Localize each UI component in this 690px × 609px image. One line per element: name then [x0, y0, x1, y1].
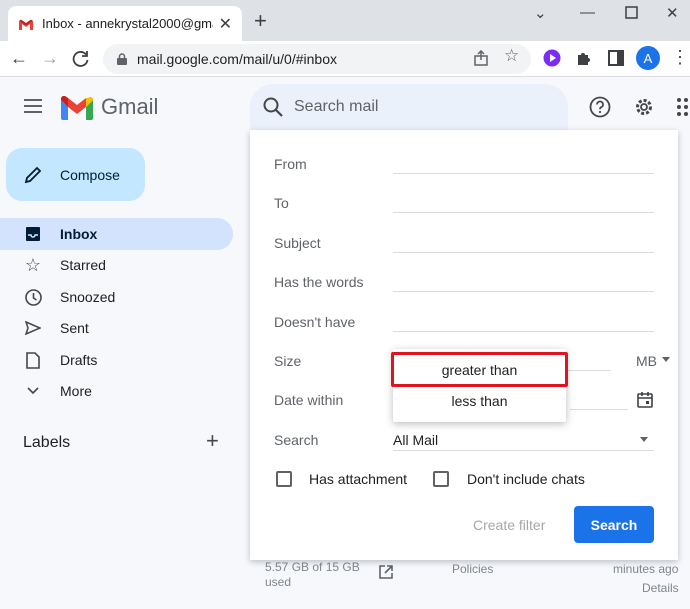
maximize-icon[interactable]: [625, 6, 638, 19]
search-scope-select[interactable]: All Mail: [393, 432, 438, 448]
send-icon: [24, 319, 42, 337]
tab-close-icon[interactable]: ✕: [219, 14, 232, 34]
tab-search-icon[interactable]: ⌄: [534, 4, 547, 22]
storage-usage: 5.57 GB of 15 GB: [265, 560, 360, 574]
dont-include-chats-label: Don't include chats: [467, 471, 585, 487]
storage-usage-used: used: [265, 575, 292, 589]
search-placeholder: Search mail: [294, 98, 379, 115]
window-close-icon[interactable]: ✕: [666, 4, 679, 22]
apps-grid-icon[interactable]: [676, 96, 690, 118]
gmail-logo-icon[interactable]: [61, 96, 93, 120]
settings-gear-icon[interactable]: [633, 96, 655, 118]
profile-avatar[interactable]: A: [636, 46, 660, 70]
date-field[interactable]: [570, 409, 628, 410]
has-attachment-label: Has attachment: [309, 471, 408, 487]
search-icon[interactable]: [262, 96, 284, 118]
address-bar[interactable]: mail.google.com/mail/u/0/#inbox: [103, 44, 531, 74]
date-within-label: Date within: [274, 392, 344, 408]
draft-icon: [24, 351, 42, 369]
highlight-box: [391, 352, 568, 387]
pencil-icon: [24, 166, 42, 183]
from-label: From: [274, 156, 307, 172]
doesnt-have-label: Doesn't have: [274, 314, 356, 330]
has-words-field[interactable]: [393, 291, 654, 292]
sidebar-item-drafts[interactable]: Drafts: [0, 344, 233, 376]
sidebar-item-label: Inbox: [60, 226, 98, 242]
side-panel-icon[interactable]: [607, 49, 625, 67]
has-words-label: Has the words: [274, 274, 364, 290]
tab-title: Inbox - annekrystal2000@gmail.c: [42, 16, 213, 31]
browser-tab-strip: Inbox - annekrystal2000@gmail.c ✕ + ⌄ — …: [0, 0, 690, 41]
help-icon[interactable]: [589, 96, 611, 118]
details-link[interactable]: Details: [642, 581, 679, 595]
reload-icon[interactable]: [72, 50, 90, 68]
subject-label: Subject: [274, 235, 321, 251]
search-scope-label: Search: [274, 432, 319, 448]
main-menu-icon[interactable]: [24, 99, 42, 113]
sidebar-item-inbox[interactable]: Inbox: [0, 218, 233, 250]
url-text: mail.google.com/mail/u/0/#inbox: [137, 51, 337, 67]
dropdown-option-less-than[interactable]: less than: [393, 385, 566, 417]
gmail-favicon-icon: [19, 19, 33, 30]
sidebar-item-label: Drafts: [60, 352, 98, 368]
create-filter-button[interactable]: Create filter: [473, 517, 545, 533]
open-external-icon[interactable]: [379, 565, 393, 579]
browser-toolbar: ← → mail.google.com/mail/u/0/#inbox ☆ A …: [0, 41, 690, 77]
search-mail-bar[interactable]: Search mail: [250, 84, 568, 130]
share-icon[interactable]: [473, 50, 489, 66]
doesnt-have-field[interactable]: [393, 331, 654, 332]
compose-label: Compose: [60, 166, 120, 183]
new-tab-icon[interactable]: +: [254, 10, 267, 32]
search-scope-underline: [393, 450, 654, 451]
minimize-icon[interactable]: —: [580, 4, 595, 21]
search-button[interactable]: Search: [574, 506, 654, 543]
search-scope-caret-icon[interactable]: [640, 437, 648, 442]
has-attachment-checkbox[interactable]: [276, 471, 292, 487]
last-activity: minutes ago: [613, 562, 679, 576]
labels-heading: Labels: [23, 434, 71, 451]
dont-include-chats-checkbox[interactable]: [433, 471, 449, 487]
inbox-icon: [24, 225, 42, 243]
to-field[interactable]: [393, 212, 654, 213]
size-unit-select[interactable]: MB: [636, 353, 657, 369]
star-icon: ☆: [24, 254, 42, 275]
advanced-search-panel: From To Subject Has the words Doesn't ha…: [250, 130, 678, 560]
browser-menu-icon[interactable]: ⋮: [671, 47, 689, 68]
extension-play-icon[interactable]: [543, 49, 561, 67]
subject-field[interactable]: [393, 252, 654, 253]
add-label-icon[interactable]: +: [206, 430, 219, 452]
clock-icon: [24, 288, 42, 306]
size-unit-caret-icon[interactable]: [662, 357, 670, 362]
sidebar-item-label: Starred: [60, 257, 106, 273]
bookmark-star-icon[interactable]: ☆: [504, 46, 519, 66]
sidebar-item-label: Snoozed: [60, 289, 116, 305]
chevron-down-icon: [24, 382, 42, 400]
back-icon[interactable]: ←: [10, 48, 28, 68]
calendar-icon[interactable]: [636, 391, 654, 409]
lock-icon: [117, 53, 127, 65]
browser-tab[interactable]: Inbox - annekrystal2000@gmail.c ✕: [8, 6, 242, 41]
sidebar-item-label: More: [60, 383, 92, 399]
extensions-puzzle-icon[interactable]: [575, 49, 593, 67]
sidebar-item-sent[interactable]: Sent: [0, 312, 233, 344]
forward-icon[interactable]: →: [41, 48, 59, 68]
compose-button[interactable]: Compose: [6, 148, 145, 201]
sidebar-item-label: Sent: [60, 320, 89, 336]
sidebar-item-more[interactable]: More: [0, 375, 233, 407]
gmail-logo-text: Gmail: [101, 94, 159, 119]
sidebar-item-starred[interactable]: ☆ Starred: [0, 249, 233, 281]
from-field[interactable]: [393, 173, 654, 174]
to-label: To: [274, 195, 289, 211]
size-label: Size: [274, 353, 302, 369]
policies-link[interactable]: Policies: [452, 562, 493, 576]
sidebar-item-snoozed[interactable]: Snoozed: [0, 281, 233, 313]
